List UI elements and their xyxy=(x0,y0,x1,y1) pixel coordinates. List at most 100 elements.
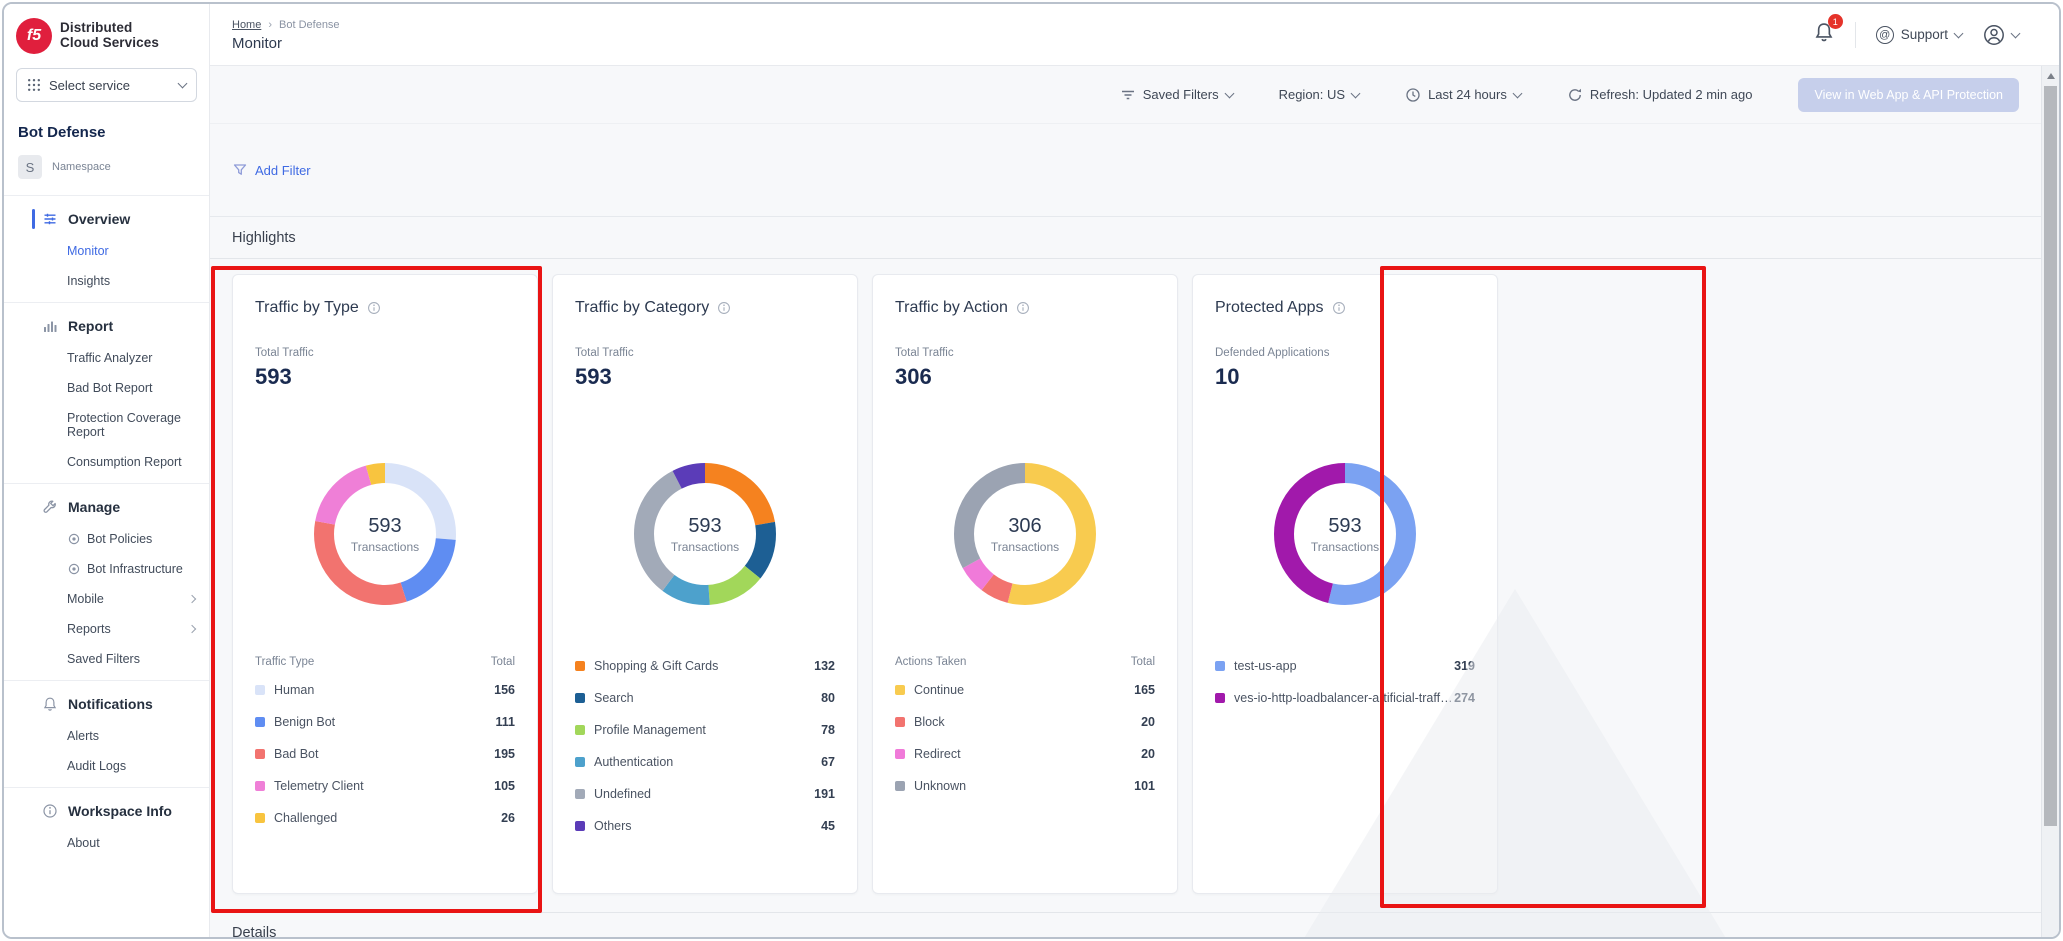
nav-section-notifications: NotificationsAlertsAudit Logs xyxy=(4,680,209,787)
sidebar-section-label: Manage xyxy=(68,499,120,515)
legend-item-search[interactable]: Search80 xyxy=(575,682,835,714)
metric-label: Total Traffic xyxy=(895,347,1155,359)
legend-item-human[interactable]: Human156 xyxy=(255,674,515,706)
namespace-label: Namespace xyxy=(52,161,111,173)
sidebar-item-about[interactable]: About xyxy=(4,828,209,858)
sidebar-item-report[interactable]: Report xyxy=(4,309,209,343)
sidebar-section-label: Workspace Info xyxy=(68,803,172,819)
select-service-dropdown[interactable]: Select service xyxy=(16,68,197,102)
f5-logo-icon: f5 xyxy=(16,18,52,54)
legend-item-continue[interactable]: Continue165 xyxy=(895,674,1155,706)
info-icon xyxy=(42,803,58,819)
card-title: Protected Apps xyxy=(1215,299,1324,317)
legend-swatch xyxy=(255,749,265,759)
legend-item-test-us-app[interactable]: test-us-app319 xyxy=(1215,650,1475,682)
info-icon[interactable] xyxy=(367,301,381,315)
legend-item-others[interactable]: Others45 xyxy=(575,810,835,842)
sidebar-item-traffic-analyzer[interactable]: Traffic Analyzer xyxy=(4,343,209,373)
legend-swatch xyxy=(575,661,585,671)
legend-swatch xyxy=(1215,693,1225,703)
highlights-heading: Highlights xyxy=(210,217,2041,259)
legend-label: Search xyxy=(594,691,821,705)
legend-item-ves-io-http-loadbalancer-artificial-traffic-test[interactable]: ves-io-http-loadbalancer-artificial-traf… xyxy=(1215,682,1475,714)
namespace-selector[interactable]: S Namespace xyxy=(4,153,209,195)
donut-chart-traffic-by-action: 306Transactions xyxy=(937,446,1113,622)
sidebar-item-notifications[interactable]: Notifications xyxy=(4,687,209,721)
legend-item-undefined[interactable]: Undefined191 xyxy=(575,778,835,810)
sidebar-item-bad-bot-report[interactable]: Bad Bot Report xyxy=(4,373,209,403)
sidebar-item-bot-infrastructure[interactable]: Bot Infrastructure xyxy=(4,554,209,584)
metric-label: Total Traffic xyxy=(575,347,835,359)
legend: Shopping & Gift Cards132Search80Profile … xyxy=(575,650,835,842)
brand-text: Distributed Cloud Services xyxy=(60,21,159,51)
legend-label: Challenged xyxy=(274,811,501,825)
view-in-waap-button[interactable]: View in Web App & API Protection xyxy=(1798,78,2019,112)
legend-label: Benign Bot xyxy=(274,715,496,729)
legend-item-challenged[interactable]: Challenged26 xyxy=(255,802,515,834)
chevron-down-icon xyxy=(178,79,188,89)
legend-value: 132 xyxy=(814,659,835,673)
chevron-down-icon xyxy=(1954,28,1964,38)
legend-value: 156 xyxy=(494,683,515,697)
legend-label: Human xyxy=(274,683,494,697)
refresh-button[interactable]: Refresh: Updated 2 min ago xyxy=(1567,87,1753,103)
legend-label: Profile Management xyxy=(594,723,821,737)
card-title: Traffic by Type xyxy=(255,299,359,317)
sidebar-item-bot-policies[interactable]: Bot Policies xyxy=(4,524,209,554)
sidebar-item-alerts[interactable]: Alerts xyxy=(4,721,209,751)
sidebar-item-saved-filters[interactable]: Saved Filters xyxy=(4,644,209,674)
sidebar-item-label: About xyxy=(67,836,100,850)
add-filter-button[interactable]: Add Filter xyxy=(232,162,311,178)
legend-item-shopping-gift-cards[interactable]: Shopping & Gift Cards132 xyxy=(575,650,835,682)
legend-label: Block xyxy=(914,715,1141,729)
region-dropdown[interactable]: Region: US xyxy=(1279,87,1359,102)
support-label: Support xyxy=(1901,27,1948,42)
legend-item-block[interactable]: Block20 xyxy=(895,706,1155,738)
notification-count-badge: 1 xyxy=(1828,14,1843,29)
breadcrumb-home-link[interactable]: Home xyxy=(232,19,261,31)
nav-section-report: ReportTraffic AnalyzerBad Bot ReportProt… xyxy=(4,302,209,483)
sidebar-item-audit-logs[interactable]: Audit Logs xyxy=(4,751,209,781)
sidebar-item-label: Bot Policies xyxy=(87,532,152,546)
legend-value: 105 xyxy=(494,779,515,793)
sidebar-item-insights[interactable]: Insights xyxy=(4,266,209,296)
chevron-down-icon xyxy=(2011,28,2021,38)
legend-item-profile-management[interactable]: Profile Management78 xyxy=(575,714,835,746)
legend-label: Continue xyxy=(914,683,1134,697)
legend-swatch xyxy=(255,781,265,791)
legend-item-benign-bot[interactable]: Benign Bot111 xyxy=(255,706,515,738)
vertical-scrollbar[interactable] xyxy=(2041,66,2059,937)
legend: test-us-app319ves-io-http-loadbalancer-a… xyxy=(1215,650,1475,714)
sidebar-item-reports[interactable]: Reports xyxy=(4,614,209,644)
legend-item-unknown[interactable]: Unknown101 xyxy=(895,770,1155,802)
time-range-dropdown[interactable]: Last 24 hours xyxy=(1405,87,1521,103)
sidebar-item-label: Insights xyxy=(67,274,110,288)
scrollbar-thumb[interactable] xyxy=(2044,86,2057,826)
sidebar-item-protection-coverage-report[interactable]: Protection Coverage Report xyxy=(4,403,209,447)
support-menu[interactable]: @ Support xyxy=(1876,26,1962,44)
legend-item-redirect[interactable]: Redirect20 xyxy=(895,738,1155,770)
sidebar-item-label: Saved Filters xyxy=(67,652,140,666)
sidebar-item-label: Bot Infrastructure xyxy=(87,562,183,576)
legend-value: 45 xyxy=(821,819,835,833)
sidebar-item-consumption-report[interactable]: Consumption Report xyxy=(4,447,209,477)
manage-icon xyxy=(42,499,58,515)
chevron-right-icon xyxy=(188,625,196,633)
user-menu[interactable] xyxy=(1982,23,2019,47)
sidebar-item-workspace-info[interactable]: Workspace Info xyxy=(4,794,209,828)
info-icon[interactable] xyxy=(1332,301,1346,315)
sidebar-item-manage[interactable]: Manage xyxy=(4,490,209,524)
sidebar-item-monitor[interactable]: Monitor xyxy=(4,236,209,266)
info-icon[interactable] xyxy=(717,301,731,315)
notifications-button[interactable]: 1 xyxy=(1813,21,1835,48)
legend-item-bad-bot[interactable]: Bad Bot195 xyxy=(255,738,515,770)
scrollbar-up-arrow-icon[interactable] xyxy=(2047,73,2055,79)
legend-item-authentication[interactable]: Authentication67 xyxy=(575,746,835,778)
legend-item-telemetry-client[interactable]: Telemetry Client105 xyxy=(255,770,515,802)
sidebar-item-overview[interactable]: Overview xyxy=(4,202,209,236)
legend-label: Others xyxy=(594,819,821,833)
sidebar-item-mobile[interactable]: Mobile xyxy=(4,584,209,614)
saved-filters-dropdown[interactable]: Saved Filters xyxy=(1120,87,1233,103)
legend-swatch xyxy=(895,717,905,727)
info-icon[interactable] xyxy=(1016,301,1030,315)
